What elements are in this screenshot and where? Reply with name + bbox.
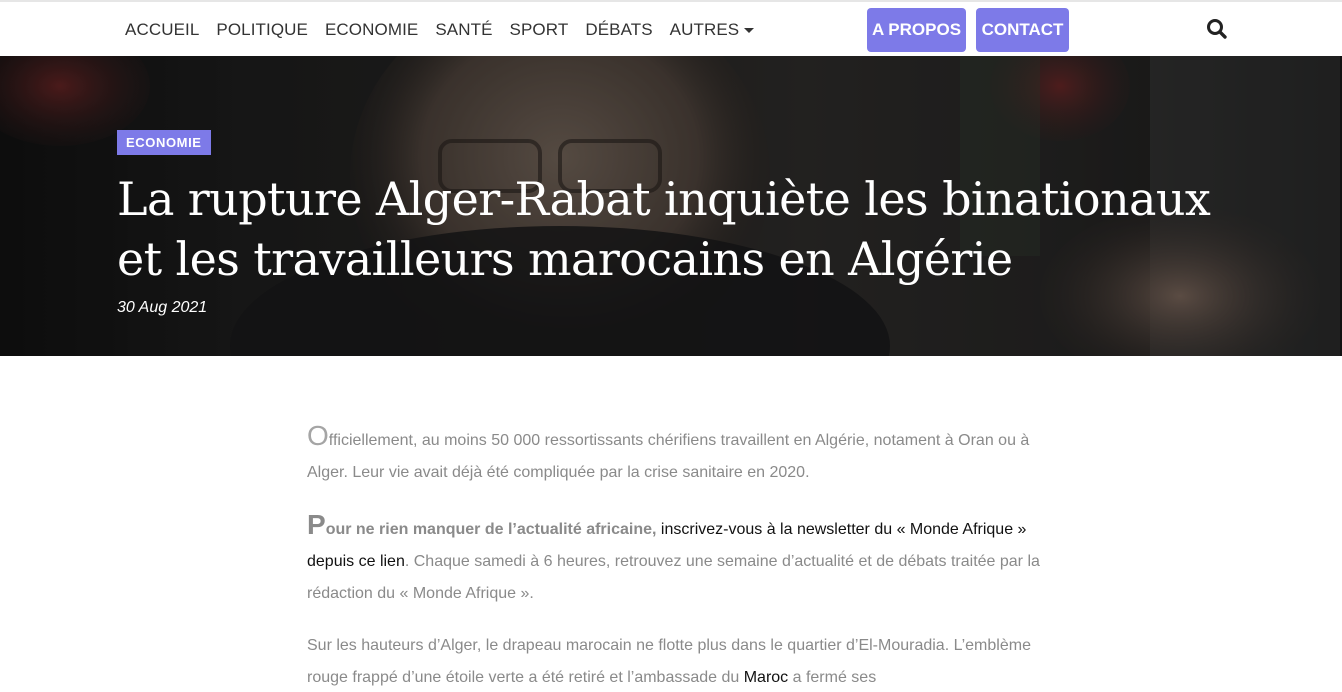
- nav-item-sante[interactable]: SANTÉ: [427, 2, 501, 58]
- article-hero: ECONOMIE La rupture Alger-Rabat inquiète…: [0, 56, 1342, 356]
- article-paragraph-1: Officiellement, au moins 50 000 ressorti…: [307, 420, 1042, 489]
- nav-item-debats[interactable]: DÉBATS: [577, 2, 661, 58]
- article-body: Officiellement, au moins 50 000 ressorti…: [307, 420, 1042, 692]
- article-title: La rupture Alger-Rabat inquiète les bina…: [117, 172, 1211, 286]
- newsletter-intro: our ne rien manquer de l’actualité afric…: [325, 521, 657, 538]
- dropcap-letter: O: [307, 420, 329, 451]
- nav-item-autres-dropdown[interactable]: AUTRES: [661, 2, 763, 58]
- main-menu: ACCUEIL POLITIQUE ECONOMIE SANTÉ SPORT D…: [118, 2, 763, 58]
- publish-date: 30 Aug 2021: [117, 299, 208, 316]
- maroc-link[interactable]: Maroc: [744, 669, 788, 686]
- nav-item-politique[interactable]: POLITIQUE: [208, 2, 317, 58]
- category-badge[interactable]: ECONOMIE: [117, 130, 211, 155]
- nav-item-sport[interactable]: SPORT: [501, 2, 577, 58]
- chevron-down-icon: [744, 27, 755, 33]
- contact-button[interactable]: CONTACT: [976, 8, 1069, 52]
- nav-item-autres-label: AUTRES: [669, 20, 740, 39]
- dropcap-letter: P: [307, 509, 326, 540]
- paragraph-text: fficiellement, au moins 50 000 ressortis…: [307, 432, 1030, 481]
- search-icon[interactable]: [1204, 16, 1230, 42]
- article-paragraph-3: Sur les hauteurs d’Alger, le drapeau mar…: [307, 630, 1042, 692]
- paragraph-text: . Chaque samedi à 6 heures, retrouvez un…: [307, 553, 1040, 602]
- paragraph-text: Sur les hauteurs d’Alger, le drapeau mar…: [307, 637, 1031, 686]
- apropos-button[interactable]: A PROPOS: [867, 8, 966, 52]
- nav-item-accueil[interactable]: ACCUEIL: [118, 2, 208, 58]
- top-navbar: ACCUEIL POLITIQUE ECONOMIE SANTÉ SPORT D…: [0, 0, 1342, 56]
- paragraph-text: a fermé ses: [788, 669, 877, 686]
- article-paragraph-2: Pour ne rien manquer de l’actualité afri…: [307, 509, 1042, 610]
- nav-item-economie[interactable]: ECONOMIE: [316, 2, 426, 58]
